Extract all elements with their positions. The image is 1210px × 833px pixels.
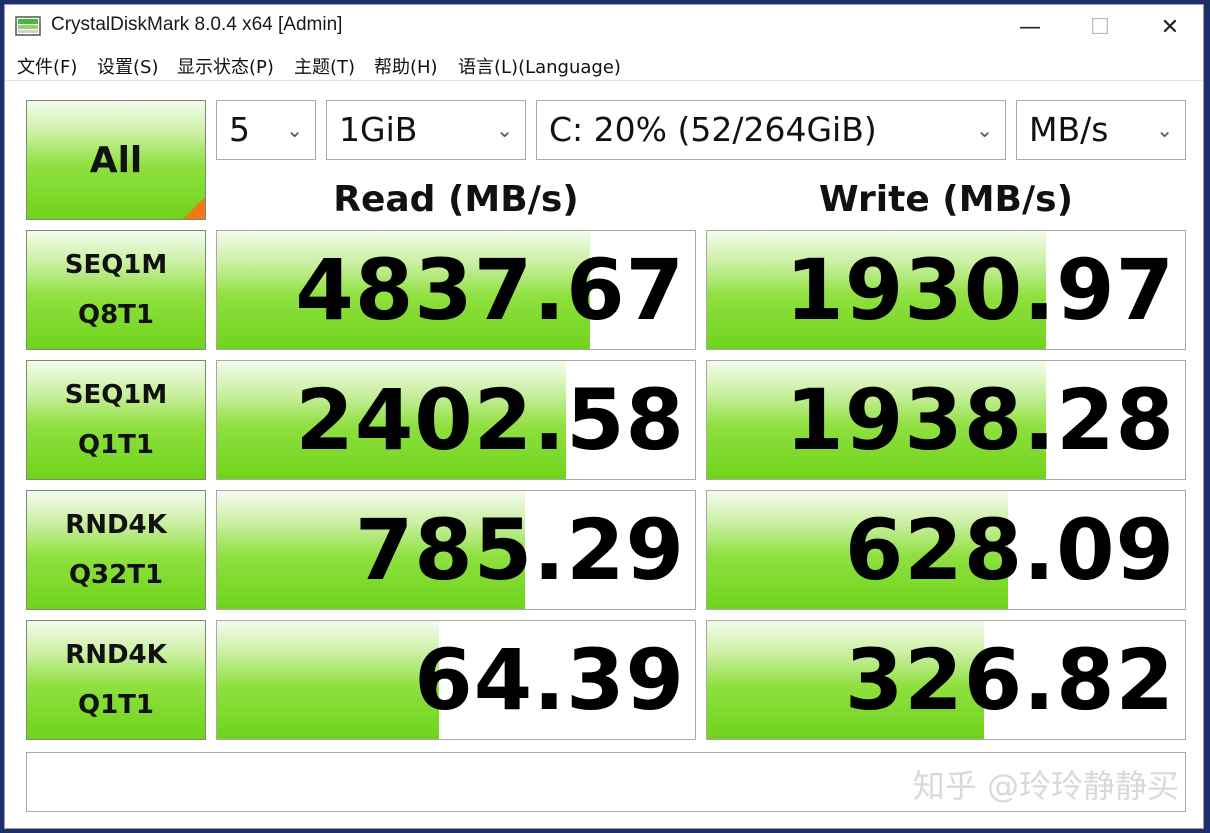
read-value: 64.39 [414, 631, 685, 729]
menu-profile[interactable]: 显示状态(P) [177, 53, 274, 79]
watermark: 知乎 @玲玲静静买 [912, 767, 1179, 805]
write-result-rnd4k-q1t1: 326.82 [706, 620, 1186, 740]
title-bar[interactable]: CrystalDiskMark 8.0.4 x64 [Admin] — ☐ ✕ [5, 5, 1203, 49]
unit-value: MB/s [1029, 110, 1109, 149]
read-fill-bar [217, 621, 440, 739]
write-header: Write (MB/s) [818, 179, 1074, 220]
test-label-line2: Q32T1 [68, 560, 164, 590]
comment-input[interactable]: 知乎 @玲玲静静买 [26, 752, 1186, 812]
size-value: 1GiB [339, 110, 418, 149]
crystaldiskmark-disk-icon [15, 16, 41, 36]
menu-language[interactable]: 语言(L)(Language) [458, 53, 621, 79]
write-value: 1930.97 [785, 241, 1175, 339]
test-label-line1: SEQ1M [64, 380, 168, 410]
unit-select[interactable]: MB/s ⌄ [1016, 100, 1186, 160]
test-label-line1: SEQ1M [64, 250, 168, 280]
read-result-rnd4k-q32t1: 785.29 [216, 490, 696, 610]
chevron-down-icon: ⌄ [1156, 118, 1173, 142]
test-label-line2: Q8T1 [77, 300, 155, 330]
test-label-line1: RND4K [65, 640, 167, 670]
window-title: CrystalDiskMark 8.0.4 x64 [Admin] [51, 14, 343, 35]
size-select[interactable]: 1GiB ⌄ [326, 100, 526, 160]
read-header: Read (MB/s) [333, 179, 579, 220]
write-value: 1938.28 [785, 371, 1175, 469]
drive-value: C: 20% (52/264GiB) [549, 110, 877, 149]
write-result-seq1m-q8t1: 1930.97 [706, 230, 1186, 350]
test-button-seq1m-q8t1[interactable]: SEQ1M Q8T1 [26, 230, 206, 350]
write-value: 628.09 [844, 501, 1175, 599]
test-label-line1: RND4K [65, 510, 167, 540]
test-button-rnd4k-q1t1[interactable]: RND4K Q1T1 [26, 620, 206, 740]
read-result-rnd4k-q1t1: 64.39 [216, 620, 696, 740]
close-button[interactable]: ✕ [1135, 5, 1203, 49]
read-value: 785.29 [354, 501, 685, 599]
write-result-rnd4k-q32t1: 628.09 [706, 490, 1186, 610]
menu-settings[interactable]: 设置(S) [97, 53, 158, 79]
chevron-down-icon: ⌄ [976, 118, 993, 142]
read-value: 2402.58 [295, 371, 685, 469]
read-result-seq1m-q8t1: 4837.67 [216, 230, 696, 350]
maximize-button[interactable]: ☐ [1065, 5, 1135, 49]
count-value: 5 [229, 110, 250, 149]
read-value: 4837.67 [295, 241, 685, 339]
all-button-label: All [89, 139, 143, 181]
test-label-line2: Q1T1 [77, 690, 155, 720]
chevron-down-icon: ⌄ [496, 118, 513, 142]
minimize-button[interactable]: — [995, 5, 1065, 49]
test-button-rnd4k-q32t1[interactable]: RND4K Q32T1 [26, 490, 206, 610]
write-value: 326.82 [844, 631, 1175, 729]
drive-select[interactable]: C: 20% (52/264GiB) ⌄ [536, 100, 1006, 160]
menu-bar: 文件(F) 设置(S) 显示状态(P) 主题(T) 帮助(H) 语言(L)(La… [5, 49, 1203, 81]
test-label-line2: Q1T1 [77, 430, 155, 460]
chevron-down-icon: ⌄ [286, 118, 303, 142]
client-area: All 5 ⌄ 1GiB ⌄ C: 20% (52/264GiB) ⌄ MB/s… [5, 81, 1203, 828]
write-result-seq1m-q1t1: 1938.28 [706, 360, 1186, 480]
menu-file[interactable]: 文件(F) [17, 53, 77, 79]
read-result-seq1m-q1t1: 2402.58 [216, 360, 696, 480]
count-select[interactable]: 5 ⌄ [216, 100, 316, 160]
menu-help[interactable]: 帮助(H) [374, 53, 438, 79]
test-button-seq1m-q1t1[interactable]: SEQ1M Q1T1 [26, 360, 206, 480]
all-button[interactable]: All [26, 100, 206, 220]
corner-indicator [183, 197, 205, 219]
menu-theme[interactable]: 主题(T) [294, 53, 355, 79]
app-window: CrystalDiskMark 8.0.4 x64 [Admin] — ☐ ✕ … [4, 4, 1204, 829]
